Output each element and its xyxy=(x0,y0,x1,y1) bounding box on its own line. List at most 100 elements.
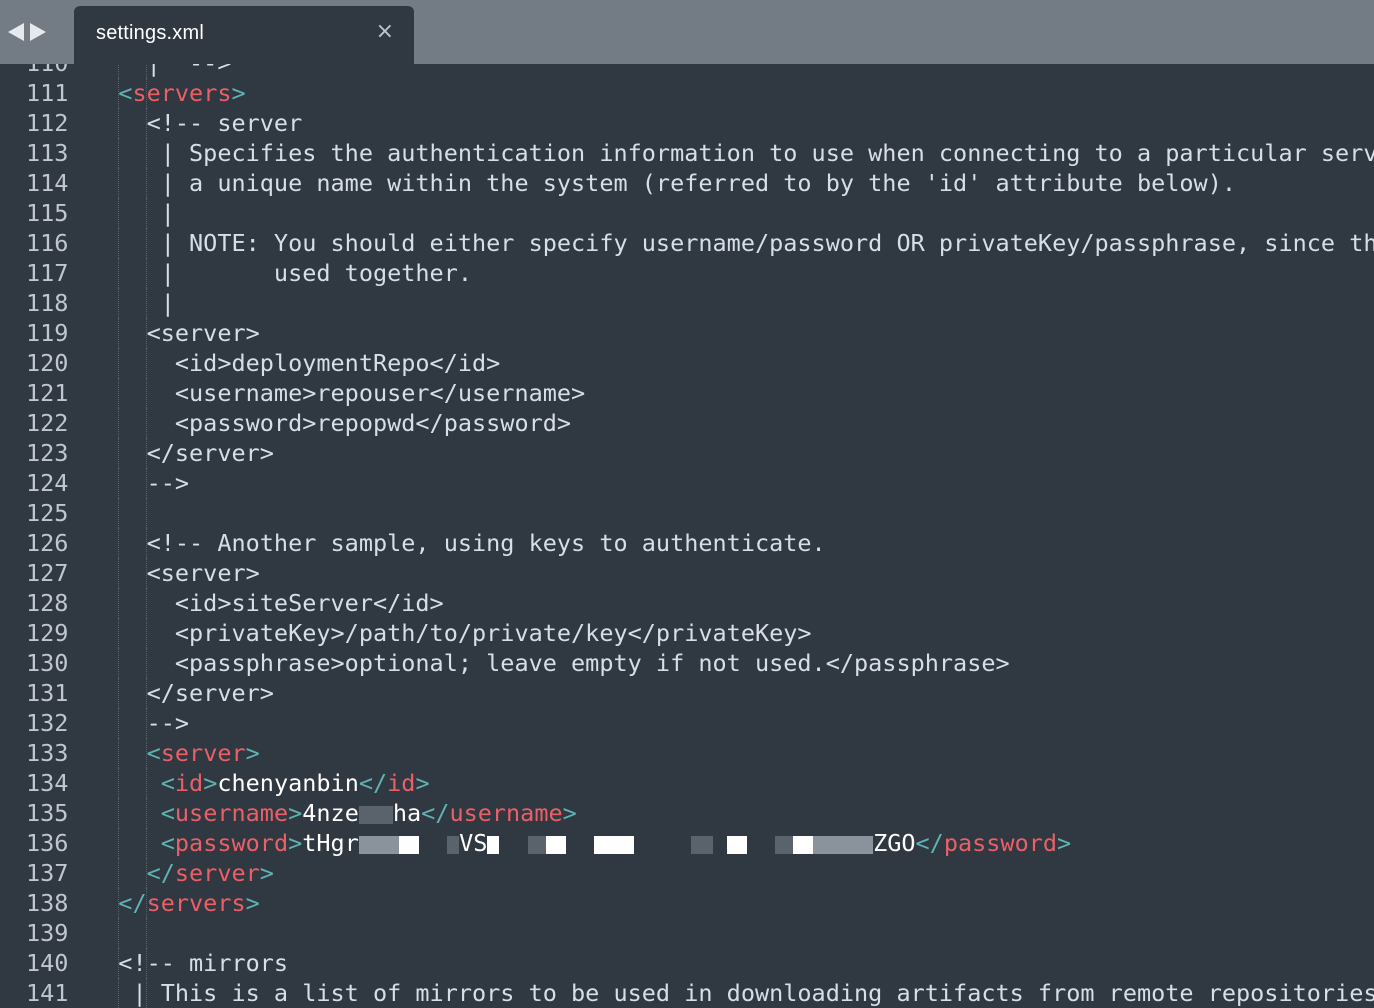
tab-settings-xml[interactable]: settings.xml × xyxy=(74,6,414,64)
code-line[interactable]: 120 <id>deploymentRepo</id> xyxy=(0,348,1374,378)
line-number: 118 xyxy=(26,289,69,317)
line-text: | a unique name within the system (refer… xyxy=(90,168,1236,198)
line-number: 128 xyxy=(26,589,69,617)
line-text: <password>repopwd</password> xyxy=(90,408,571,438)
line-text: <id>deploymentRepo</id> xyxy=(90,348,500,378)
code-editor[interactable]: 110 | -->111 <servers>112 <!-- server113… xyxy=(0,64,1374,1008)
code-line[interactable]: 127 <server> xyxy=(0,558,1374,588)
code-token: | NOTE: You should either specify userna… xyxy=(160,229,1374,257)
xml-bracket: > xyxy=(1057,829,1072,857)
line-text: | --> xyxy=(90,64,232,78)
code-line[interactable]: 117 | used together. xyxy=(0,258,1374,288)
line-text: </servers> xyxy=(90,888,260,918)
redaction-block xyxy=(726,835,747,854)
close-icon[interactable]: × xyxy=(376,19,394,44)
line-text: <id>siteServer</id> xyxy=(90,588,444,618)
code-line[interactable]: 131 </server> xyxy=(0,678,1374,708)
code-token: <server> xyxy=(90,319,260,347)
xml-bracket: < xyxy=(160,829,175,857)
code-line[interactable]: 139 xyxy=(0,918,1374,948)
code-line[interactable]: 135 <username>4nze ha</username> xyxy=(0,798,1374,828)
xml-bracket: > xyxy=(288,829,303,857)
line-number: 137 xyxy=(26,859,69,887)
line-number: 127 xyxy=(26,559,69,587)
code-line[interactable]: 115 | xyxy=(0,198,1374,228)
code-line[interactable]: 111 <servers> xyxy=(0,78,1374,108)
code-line[interactable]: 124 --> xyxy=(0,468,1374,498)
line-text: <server> xyxy=(90,318,260,348)
line-number: 138 xyxy=(26,889,69,917)
xml-bracket: </ xyxy=(146,859,175,887)
line-text: </server> xyxy=(90,438,274,468)
xml-bracket: < xyxy=(146,739,161,767)
code-line[interactable]: 126 <!-- Another sample, using keys to a… xyxy=(0,528,1374,558)
code-line[interactable]: 128 <id>siteServer</id> xyxy=(0,588,1374,618)
line-text: </server> xyxy=(90,678,274,708)
code-token: | used together. xyxy=(90,259,473,287)
code-line[interactable]: 119 <server> xyxy=(0,318,1374,348)
redaction-block xyxy=(358,805,393,824)
line-number: 126 xyxy=(26,529,69,557)
triangle-left-icon[interactable] xyxy=(8,23,24,41)
redaction-block xyxy=(527,835,546,854)
line-text: </server> xyxy=(90,858,274,888)
code-token: <server> xyxy=(90,559,260,587)
redaction-block xyxy=(690,835,713,854)
line-number: 136 xyxy=(26,829,69,857)
line-text: <servers> xyxy=(90,78,245,108)
line-text: <username>repouser</username> xyxy=(90,378,585,408)
code-line[interactable]: 141 | This is a list of mirrors to be us… xyxy=(0,978,1374,1008)
code-line[interactable]: 114 | a unique name within the system (r… xyxy=(0,168,1374,198)
xml-bracket: < xyxy=(160,799,175,827)
line-number: 125 xyxy=(26,499,69,527)
code-line[interactable]: 116 | NOTE: You should either specify us… xyxy=(0,228,1374,258)
line-text: --> xyxy=(90,468,189,498)
redaction-block xyxy=(793,835,814,854)
code-line[interactable]: 125 xyxy=(0,498,1374,528)
line-number: 124 xyxy=(26,469,69,497)
line-text: <privateKey>/path/to/private/key</privat… xyxy=(90,618,812,648)
code-line[interactable]: 130 <passphrase>optional; leave empty if… xyxy=(0,648,1374,678)
line-text: <passphrase>optional; leave empty if not… xyxy=(90,648,1010,678)
line-text: <password>tHgr VS ZGO</password> xyxy=(90,828,1071,858)
xml-tag-name: server xyxy=(174,859,260,887)
code-line[interactable]: 137 </server> xyxy=(0,858,1374,888)
code-line[interactable]: 110 | --> xyxy=(0,64,1374,78)
code-token: <!-- mirrors xyxy=(90,949,289,977)
line-number: 122 xyxy=(26,409,69,437)
code-token: --> xyxy=(90,469,190,497)
code-line[interactable]: 140 <!-- mirrors xyxy=(0,948,1374,978)
code-line[interactable]: 121 <username>repouser</username> xyxy=(0,378,1374,408)
line-text: | NOTE: You should either specify userna… xyxy=(90,228,1374,258)
line-number: 120 xyxy=(26,349,69,377)
line-number: 134 xyxy=(26,769,69,797)
xml-bracket: > xyxy=(245,889,260,917)
xml-tag-name: username xyxy=(174,799,289,827)
code-line[interactable]: 136 <password>tHgr VS ZGO</password> xyxy=(0,828,1374,858)
line-number: 123 xyxy=(26,439,69,467)
code-line[interactable]: 112 <!-- server xyxy=(0,108,1374,138)
redaction-block xyxy=(775,835,794,854)
code-line[interactable]: 122 <password>repopwd</password> xyxy=(0,408,1374,438)
code-line[interactable]: 134 <id>chenyanbin</id> xyxy=(0,768,1374,798)
code-token: <username>repouser</username> xyxy=(90,379,586,407)
xml-tag-name: servers xyxy=(132,79,232,107)
code-token: <id>deploymentRepo</id> xyxy=(90,349,501,377)
line-text: | xyxy=(90,288,175,318)
code-token: 4nze xyxy=(302,799,359,827)
line-text: <server> xyxy=(90,558,260,588)
code-line[interactable]: 132 --> xyxy=(0,708,1374,738)
code-line[interactable]: 123 </server> xyxy=(0,438,1374,468)
redaction-block xyxy=(813,835,874,854)
line-number: 141 xyxy=(26,979,69,1007)
code-line[interactable]: 113 | Specifies the authentication infor… xyxy=(0,138,1374,168)
triangle-right-icon[interactable] xyxy=(30,23,46,41)
code-line[interactable]: 129 <privateKey>/path/to/private/key</pr… xyxy=(0,618,1374,648)
line-number: 140 xyxy=(26,949,69,977)
xml-bracket: </ xyxy=(421,799,450,827)
code-line[interactable]: 138 </servers> xyxy=(0,888,1374,918)
code-line[interactable]: 133 <server> xyxy=(0,738,1374,768)
code-line[interactable]: 118 | xyxy=(0,288,1374,318)
